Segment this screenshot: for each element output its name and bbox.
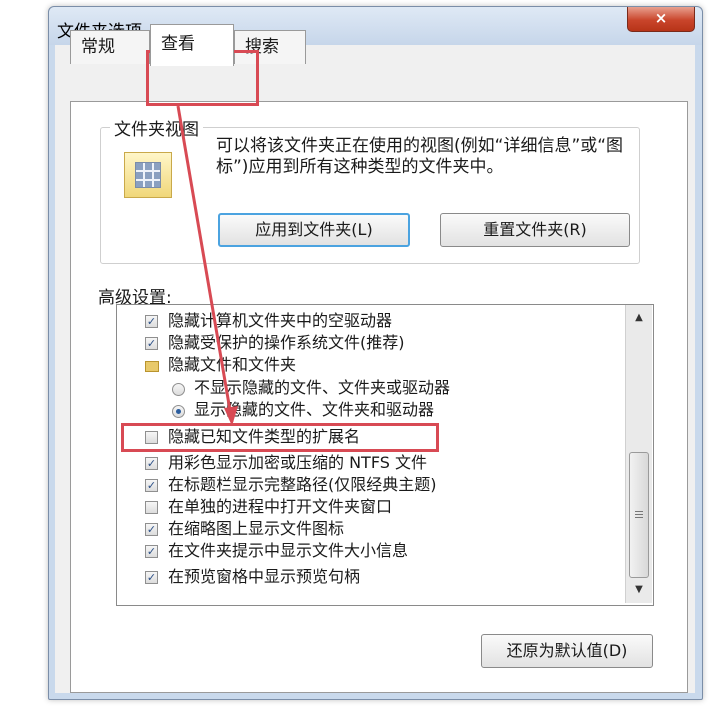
- arrow-head-icon: [224, 406, 238, 426]
- arrow-line: [176, 105, 234, 423]
- tab-view[interactable]: 查看: [150, 24, 234, 66]
- tab-label: 查看: [161, 34, 195, 54]
- annotation-arrow: [176, 105, 238, 426]
